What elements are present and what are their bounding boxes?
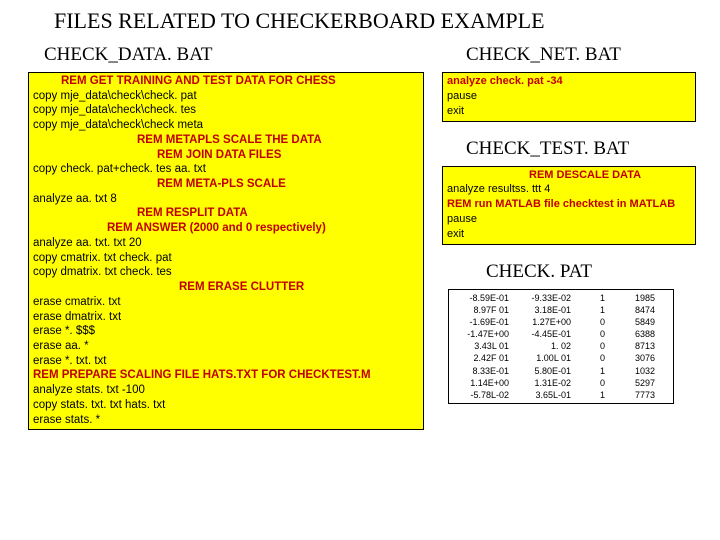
code-line: exit — [447, 227, 691, 242]
code-line: REM DESCALE DATA — [447, 168, 691, 183]
columns: CHECK_DATA. BAT REM GET TRAINING AND TES… — [0, 38, 720, 430]
cell: 5297 — [611, 377, 655, 389]
cell: 1. 02 — [515, 340, 577, 352]
cell: 5.80E-01 — [515, 365, 577, 377]
cell: 1 — [577, 304, 611, 316]
cell: 0 — [577, 340, 611, 352]
cell: 1.00L 01 — [515, 352, 577, 364]
code-line: erase *. txt. txt — [33, 354, 419, 369]
code-line: REM run MATLAB file checktest in MATLAB — [447, 197, 691, 212]
cell: 8474 — [611, 304, 655, 316]
code-line: erase cmatrix. txt — [33, 295, 419, 310]
code-line: REM RESPLIT DATA — [33, 206, 419, 221]
cell: -5.78L-02 — [453, 389, 515, 401]
code-line: REM ANSWER (2000 and 0 respectively) — [33, 221, 419, 236]
table-row: -1.47E+00-4.45E-0106388 — [453, 328, 669, 340]
check-net-code: analyze check. pat -34pauseexit — [442, 72, 696, 122]
cell: -8.59E-01 — [453, 292, 515, 304]
cell: 1.31E-02 — [515, 377, 577, 389]
cell: 0 — [577, 316, 611, 328]
code-line: analyze resultss. ttt 4 — [447, 182, 691, 197]
cell: 2.42F 01 — [453, 352, 515, 364]
table-row: 8.33E-015.80E-0111032 — [453, 365, 669, 377]
table-row: -8.59E-01-9.33E-0211985 — [453, 292, 669, 304]
table-row: 8.97F 013.18E-0118474 — [453, 304, 669, 316]
cell: -1.69E-01 — [453, 316, 515, 328]
cell: 3076 — [611, 352, 655, 364]
code-line: analyze check. pat -34 — [447, 74, 691, 89]
cell: 7773 — [611, 389, 655, 401]
cell: 8713 — [611, 340, 655, 352]
left-column: CHECK_DATA. BAT REM GET TRAINING AND TES… — [28, 38, 424, 430]
table-row: 1.14E+001.31E-0205297 — [453, 377, 669, 389]
cell: 1.27E+00 — [515, 316, 577, 328]
code-line: exit — [447, 104, 691, 119]
cell: 1985 — [611, 292, 655, 304]
table-row: 3.43L 011. 0208713 — [453, 340, 669, 352]
cell: 3.43L 01 — [453, 340, 515, 352]
cell: 6388 — [611, 328, 655, 340]
cell: 1 — [577, 389, 611, 401]
page-title: FILES RELATED TO CHECKERBOARD EXAMPLE — [0, 0, 720, 38]
check-net-title: CHECK_NET. BAT — [442, 38, 696, 72]
code-line: REM METAPLS SCALE THE DATA — [33, 133, 419, 148]
code-line: copy mje_data\check\check. tes — [33, 103, 419, 118]
code-line: copy stats. txt. txt hats. txt — [33, 398, 419, 413]
code-line: analyze aa. txt. txt 20 — [33, 236, 419, 251]
code-line: REM GET TRAINING AND TEST DATA FOR CHESS — [33, 74, 419, 89]
cell: 0 — [577, 377, 611, 389]
right-column: CHECK_NET. BAT analyze check. pat -34pau… — [424, 38, 696, 430]
cell: -1.47E+00 — [453, 328, 515, 340]
code-line: pause — [447, 212, 691, 227]
code-line: analyze aa. txt 8 — [33, 192, 419, 207]
cell: -9.33E-02 — [515, 292, 577, 304]
code-line: erase dmatrix. txt — [33, 310, 419, 325]
check-data-code: REM GET TRAINING AND TEST DATA FOR CHESS… — [28, 72, 424, 430]
check-test-code: REM DESCALE DATAanalyze resultss. ttt 4R… — [442, 166, 696, 245]
check-data-title: CHECK_DATA. BAT — [28, 38, 424, 72]
table-row: -5.78L-023.65L-0117773 — [453, 389, 669, 401]
code-line: REM ERASE CLUTTER — [33, 280, 419, 295]
code-line: REM META-PLS SCALE — [33, 177, 419, 192]
code-line: pause — [447, 89, 691, 104]
cell: 1 — [577, 292, 611, 304]
code-line: copy mje_data\check\check meta — [33, 118, 419, 133]
check-pat-table: -8.59E-01-9.33E-02119858.97F 013.18E-011… — [448, 289, 674, 404]
check-pat-title: CHECK. PAT — [442, 255, 696, 289]
code-line: copy dmatrix. txt check. tes — [33, 265, 419, 280]
cell: 3.65L-01 — [515, 389, 577, 401]
check-test-title: CHECK_TEST. BAT — [442, 132, 696, 166]
cell: 1.14E+00 — [453, 377, 515, 389]
cell: 8.97F 01 — [453, 304, 515, 316]
code-line: copy cmatrix. txt check. pat — [33, 251, 419, 266]
cell: 0 — [577, 328, 611, 340]
code-line: erase aa. * — [33, 339, 419, 354]
cell: 5849 — [611, 316, 655, 328]
table-row: -1.69E-011.27E+0005849 — [453, 316, 669, 328]
table-row: 2.42F 011.00L 0103076 — [453, 352, 669, 364]
cell: 8.33E-01 — [453, 365, 515, 377]
cell: -4.45E-01 — [515, 328, 577, 340]
cell: 1 — [577, 365, 611, 377]
code-line: erase *. $$$ — [33, 324, 419, 339]
cell: 1032 — [611, 365, 655, 377]
code-line: copy mje_data\check\check. pat — [33, 89, 419, 104]
code-line: REM JOIN DATA FILES — [33, 148, 419, 163]
cell: 0 — [577, 352, 611, 364]
code-line: analyze stats. txt -100 — [33, 383, 419, 398]
code-line: copy check. pat+check. tes aa. txt — [33, 162, 419, 177]
code-line: REM PREPARE SCALING FILE HATS.TXT FOR CH… — [33, 368, 419, 383]
cell: 3.18E-01 — [515, 304, 577, 316]
code-line: erase stats. * — [33, 413, 419, 428]
